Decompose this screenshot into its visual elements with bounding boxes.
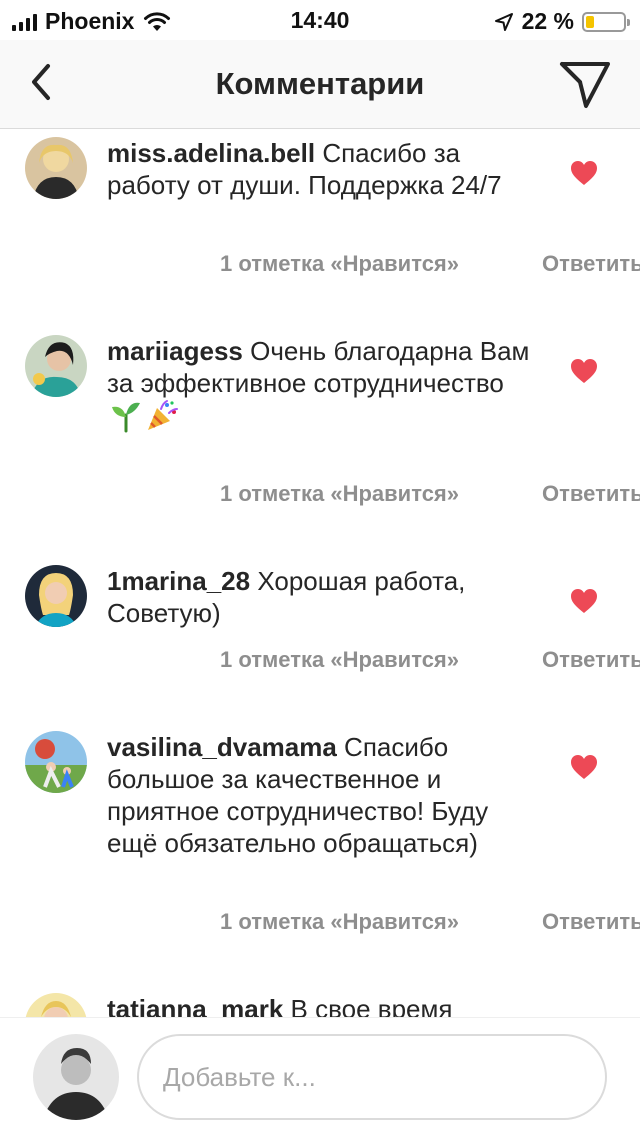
comment-username[interactable]: tatianna_mark (107, 994, 283, 1017)
party-popper-emoji (148, 400, 178, 430)
comment-text: В свое время (283, 994, 453, 1017)
comment-meta: 1 отметка «Нравится» Ответить (220, 481, 640, 507)
comment-username[interactable]: mariiagess (107, 336, 243, 366)
comment-meta: 1 отметка «Нравится» Ответить (220, 251, 640, 277)
battery-level (586, 15, 594, 28)
heart-icon[interactable] (570, 160, 598, 186)
comment-body: 1marina_28 Хорошая работа, Советую) (107, 565, 537, 629)
comment-username[interactable]: 1marina_28 (107, 566, 250, 596)
comment-username[interactable]: miss.adelina.bell (107, 138, 315, 168)
reply-button[interactable]: Ответить (542, 909, 640, 935)
comment-body: vasilina_dvamama Спасибо большое за каче… (107, 731, 537, 859)
current-user-avatar (33, 1034, 119, 1120)
battery-icon (582, 11, 630, 32)
location-arrow-icon (494, 12, 513, 31)
likes-count[interactable]: 1 отметка «Нравится» (220, 481, 459, 506)
comment-username[interactable]: vasilina_dvamama (107, 732, 337, 762)
comment-composer (0, 1017, 640, 1137)
likes-count[interactable]: 1 отметка «Нравится» (220, 251, 459, 276)
reply-button[interactable]: Ответить (542, 647, 640, 673)
status-bar: Phoenix 14:40 22 % (0, 0, 640, 40)
likes-count[interactable]: 1 отметка «Нравится» (220, 647, 459, 672)
nav-bar: Комментарии (0, 40, 640, 129)
comments-list[interactable]: miss.adelina.bell Спасибо за работу от д… (0, 129, 640, 1017)
heart-icon[interactable] (570, 588, 598, 614)
comment-meta: 1 отметка «Нравится» Ответить (220, 909, 640, 935)
reply-button[interactable]: Ответить (542, 481, 640, 507)
heart-icon[interactable] (570, 358, 598, 384)
battery-percent: 22 % (521, 8, 574, 34)
status-right: 22 % (494, 8, 630, 35)
avatar[interactable] (25, 565, 87, 627)
comment-body: mariiagess Очень благодарна Вам за эффек… (107, 335, 537, 434)
comment-input[interactable] (137, 1034, 607, 1120)
likes-count[interactable]: 1 отметка «Нравится» (220, 909, 459, 934)
comment-body: tatianna_mark В свое время (107, 993, 537, 1017)
comment-meta: 1 отметка «Нравится» Ответить (220, 647, 640, 673)
heart-icon[interactable] (570, 754, 598, 780)
avatar[interactable] (25, 731, 87, 793)
direct-send-icon[interactable] (558, 58, 612, 110)
comment-body: miss.adelina.bell Спасибо за работу от д… (107, 137, 537, 201)
reply-button[interactable]: Ответить (542, 251, 640, 277)
avatar[interactable] (25, 335, 87, 397)
page-title: Комментарии (215, 66, 425, 101)
avatar[interactable] (25, 137, 87, 199)
seedling-emoji (112, 402, 140, 433)
avatar[interactable] (25, 993, 87, 1017)
